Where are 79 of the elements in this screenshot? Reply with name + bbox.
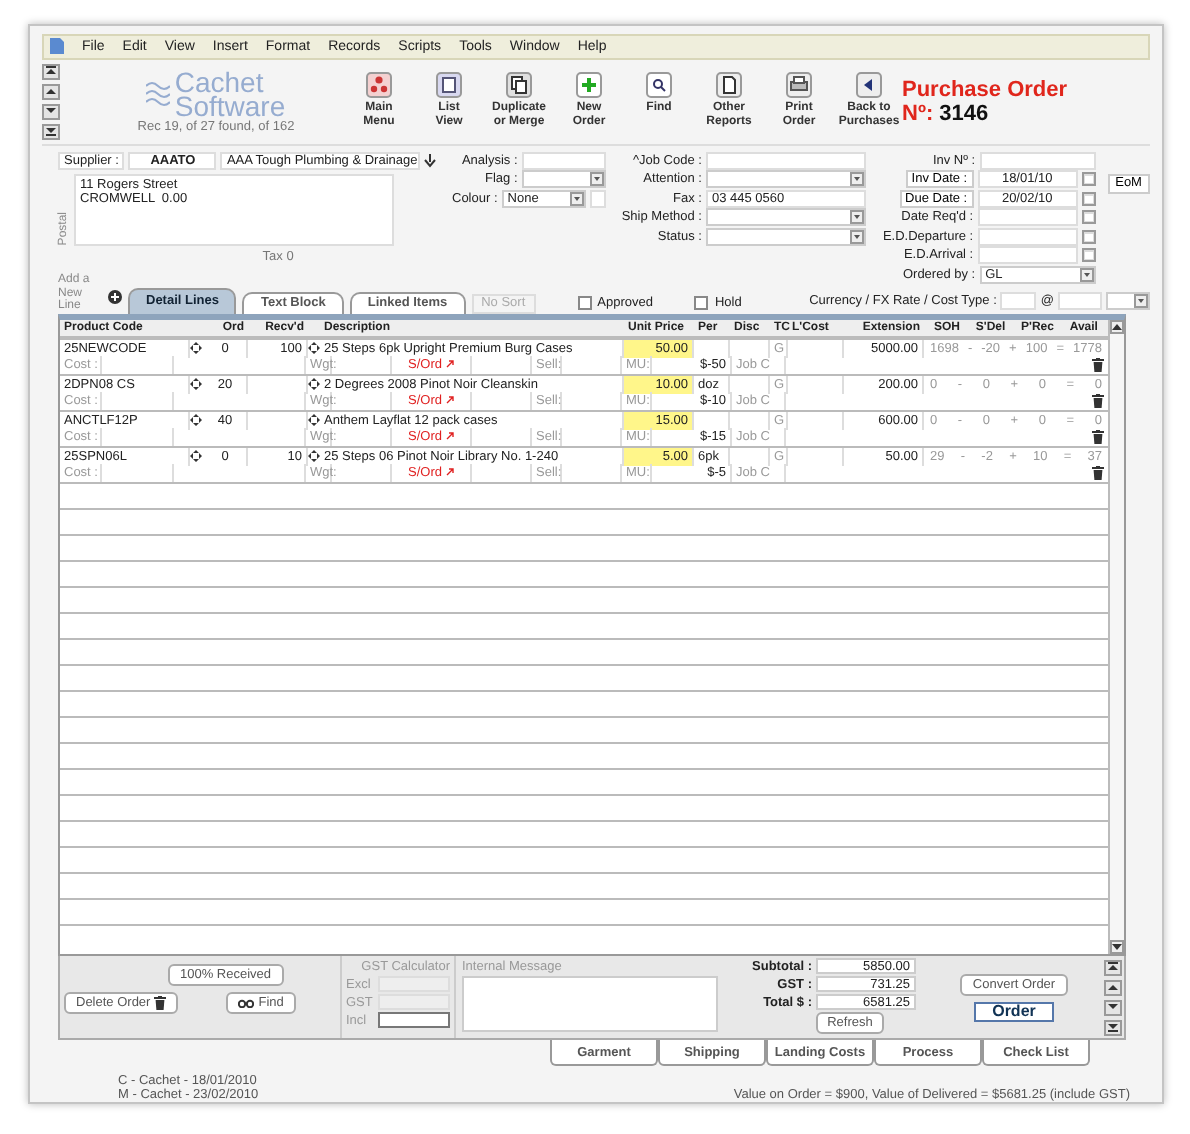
next-record-icon (1108, 1002, 1118, 1013)
down-arrow-icon (1112, 942, 1122, 953)
dropdown-field[interactable] (521, 170, 606, 189)
first-record-icon (46, 66, 56, 77)
trash-icon[interactable] (154, 996, 167, 1011)
last-record-icon (46, 126, 56, 137)
dropdown-field[interactable] (705, 208, 866, 227)
order-number: 3146 (939, 101, 989, 126)
record-nav-button[interactable] (42, 83, 60, 100)
first-record-icon (1108, 962, 1118, 973)
move-icon[interactable] (190, 342, 202, 355)
record-nav-button[interactable] (1104, 979, 1122, 996)
text-field[interactable] (979, 151, 1096, 170)
number-label: Nº: (902, 101, 934, 126)
documents-icon (506, 72, 532, 99)
move-icon[interactable] (190, 414, 202, 427)
text-field[interactable] (521, 151, 606, 170)
gst-input-field[interactable] (378, 1012, 450, 1029)
link-arrow-icon[interactable] (424, 153, 437, 168)
record-nav-button[interactable] (42, 103, 60, 120)
trash-icon[interactable] (1092, 357, 1104, 372)
caret-icon[interactable] (849, 229, 864, 244)
date-field[interactable] (977, 246, 1078, 265)
record-nav-button[interactable] (42, 63, 60, 80)
previous-record-icon (1108, 982, 1118, 993)
external-link-icon[interactable] (445, 396, 454, 405)
caret-icon[interactable] (1079, 267, 1094, 282)
record-nav-button[interactable] (1104, 959, 1122, 976)
move-icon[interactable] (308, 450, 320, 463)
move-icon[interactable] (308, 378, 320, 391)
app-icon (50, 38, 64, 55)
caret-icon[interactable] (849, 172, 864, 187)
caret-icon[interactable] (849, 210, 864, 225)
dropdown-field[interactable] (705, 227, 866, 246)
move-icon[interactable] (308, 414, 320, 427)
printer-icon (786, 72, 812, 99)
scroll-up-button[interactable] (1110, 319, 1124, 334)
caret-icon[interactable] (569, 191, 584, 206)
move-icon[interactable] (190, 378, 202, 391)
people-icon (366, 72, 392, 99)
move-icon[interactable] (190, 450, 202, 463)
search-icon (646, 72, 672, 99)
waves-icon (146, 77, 171, 110)
logo-text: Cachet (174, 69, 264, 94)
add-icon[interactable] (108, 289, 122, 304)
message-field[interactable] (462, 976, 718, 1033)
checkbox[interactable] (694, 295, 709, 310)
up-arrow-icon (1112, 321, 1122, 332)
record-nav-button[interactable] (42, 123, 60, 140)
previous-record-icon (46, 86, 56, 97)
page-title: Purchase Order (902, 77, 1070, 102)
caret-icon[interactable] (589, 172, 604, 187)
record-nav-button[interactable] (1104, 1019, 1122, 1036)
record-nav-button[interactable] (1104, 999, 1122, 1016)
scroll-down-button[interactable] (1110, 940, 1124, 955)
dropdown-field[interactable] (705, 170, 866, 189)
date-field[interactable] (977, 227, 1078, 246)
text-field[interactable] (705, 151, 866, 170)
trash-icon[interactable] (1092, 429, 1104, 444)
plus-icon (576, 72, 602, 99)
document-icon (716, 72, 742, 99)
external-link-icon[interactable] (445, 468, 454, 477)
currency-field[interactable] (1000, 292, 1037, 311)
fx-rate-field[interactable] (1058, 292, 1102, 311)
checkbox[interactable] (577, 295, 592, 310)
date-field[interactable] (977, 208, 1078, 227)
external-link-icon[interactable] (445, 432, 454, 441)
logo-text: Software (174, 93, 286, 118)
last-record-icon (1108, 1022, 1118, 1033)
caret-icon[interactable] (1134, 294, 1148, 309)
order-button[interactable]: Order (974, 1001, 1054, 1022)
trash-icon[interactable] (1092, 393, 1104, 408)
binoculars-icon (238, 998, 255, 1009)
colour-swatch[interactable] (589, 189, 606, 208)
move-icon[interactable] (308, 342, 320, 355)
external-link-icon[interactable] (445, 360, 454, 369)
next-record-icon (46, 106, 56, 117)
trash-icon[interactable] (1092, 465, 1104, 480)
list-icon (436, 72, 462, 99)
